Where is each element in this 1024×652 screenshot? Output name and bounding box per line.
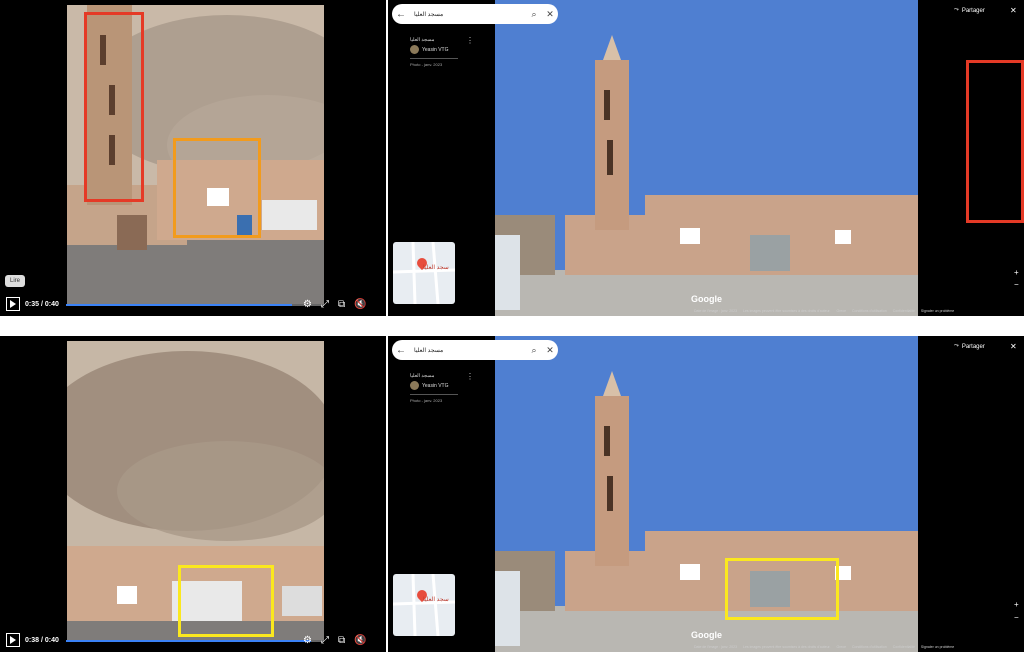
- video-player[interactable]: 0:38 / 0:40 ⚙ ⤢ ⧉ 🔇: [0, 336, 386, 652]
- zoom-in-button[interactable]: +: [1014, 600, 1019, 609]
- street-view-image: [495, 0, 918, 316]
- footer-copyright: Les images peuvent être soumises à des d…: [743, 309, 831, 313]
- footer-terms-link[interactable]: Conditions d'utilisation: [852, 645, 887, 649]
- minimap[interactable]: سجد العليا: [393, 242, 455, 304]
- minimap-roads: [393, 574, 455, 636]
- video-progress-bar[interactable]: [66, 640, 324, 642]
- settings-icon[interactable]: ⚙: [303, 635, 312, 646]
- photo-date: Photo - janv. 2023: [410, 62, 443, 67]
- minaret-highlight-box: [84, 12, 144, 202]
- minimap[interactable]: سجد العليا: [393, 574, 455, 636]
- play-icon: [10, 636, 16, 644]
- footer-date: Date de l'image : janv. 2023: [694, 309, 738, 313]
- footer-report-link[interactable]: Signaler un problème: [921, 309, 954, 313]
- play-icon: [10, 300, 16, 308]
- google-logo: Google: [691, 630, 722, 640]
- avatar: [410, 45, 419, 54]
- image-footer: Date de l'image : janv. 2023 Les images …: [694, 645, 954, 649]
- close-icon[interactable]: ✕: [1010, 6, 1017, 15]
- mute-icon[interactable]: 🔇: [354, 299, 366, 310]
- back-arrow-icon[interactable]: ←: [392, 9, 410, 20]
- close-search-icon[interactable]: ✕: [542, 9, 558, 20]
- footer-privacy-link[interactable]: Confidentialité: [893, 309, 915, 313]
- footer-region[interactable]: Grece: [836, 645, 846, 649]
- settings-icon[interactable]: ⚙: [303, 299, 312, 310]
- fullscreen-icon[interactable]: ⤢: [321, 635, 329, 646]
- photo-author[interactable]: Yeasin VTG: [410, 381, 449, 390]
- video-player[interactable]: Lire 0:35 / 0:40 ⚙ ⤢ ⧉ 🔇: [0, 0, 386, 316]
- image-footer: Date de l'image : janv. 2023 Les images …: [694, 309, 954, 313]
- share-label: Partager: [961, 343, 985, 350]
- video-progress-fill: [66, 640, 312, 642]
- footer-terms-link[interactable]: Conditions d'utilisation: [852, 309, 887, 313]
- right-controls: [918, 336, 1024, 652]
- share-icon: ⤳: [954, 343, 959, 349]
- minaret-highlight-box: [966, 60, 1024, 223]
- zoom-out-button[interactable]: −: [1014, 280, 1019, 289]
- google-logo: Google: [691, 294, 722, 304]
- play-tooltip: Lire: [5, 275, 26, 287]
- author-name: Yeasin VTG: [422, 382, 449, 389]
- footer-copyright: Les images peuvent être soumises à des d…: [743, 645, 831, 649]
- place-title: مسجد العليا: [410, 37, 435, 43]
- close-icon[interactable]: ✕: [1010, 342, 1017, 351]
- wall-highlight-box: [173, 138, 261, 238]
- footer-privacy-link[interactable]: Confidentialité: [893, 645, 915, 649]
- divider: [410, 58, 458, 59]
- minimap-label: سجد العليا: [423, 265, 449, 271]
- street-view-scene[interactable]: [495, 0, 918, 316]
- avatar: [410, 381, 419, 390]
- footer-date: Date de l'image : janv. 2023: [694, 645, 738, 649]
- divider: [410, 394, 458, 395]
- photo-author[interactable]: Yeasin VTG: [410, 45, 449, 54]
- video-control-icons: ⚙ ⤢ ⧉ 🔇: [303, 635, 367, 646]
- pip-icon[interactable]: ⧉: [338, 635, 345, 646]
- place-title: مسجد العليا: [410, 373, 435, 379]
- more-options-icon[interactable]: ⋮: [466, 36, 474, 45]
- share-icon: ⤳: [954, 7, 959, 13]
- mute-icon[interactable]: 🔇: [354, 635, 366, 646]
- more-options-icon[interactable]: ⋮: [466, 372, 474, 381]
- close-search-icon[interactable]: ✕: [542, 345, 558, 356]
- street-view-window: ← مسجد العليا ⌕ ✕ مسجد العليا ⋮ Yeasin V…: [388, 336, 1024, 652]
- share-button[interactable]: ⤳ Partager: [954, 343, 985, 350]
- minimap-label: سجد العليا: [423, 597, 449, 603]
- maps-search-bar[interactable]: ← مسجد العليا ⌕ ✕: [392, 340, 558, 360]
- maps-search-bar[interactable]: ← مسجد العليا ⌕ ✕: [392, 4, 558, 24]
- photo-date: Photo - janv. 2023: [410, 398, 443, 403]
- search-icon[interactable]: ⌕: [526, 345, 542, 356]
- footer-report-link[interactable]: Signaler un problème: [921, 645, 954, 649]
- top-comparison-row: Lire 0:35 / 0:40 ⚙ ⤢ ⧉ 🔇 ← مسجد العليا ⌕…: [0, 0, 1024, 316]
- search-query[interactable]: مسجد العليا: [410, 11, 526, 18]
- minimap-roads: [393, 242, 455, 304]
- video-time: 0:38 / 0:40: [25, 636, 59, 644]
- footer-region[interactable]: Grece: [836, 309, 846, 313]
- street-view-image: [495, 336, 918, 652]
- search-query[interactable]: مسجد العليا: [410, 347, 526, 354]
- play-button[interactable]: [6, 633, 20, 647]
- generator-highlight-box: [178, 565, 274, 637]
- author-name: Yeasin VTG: [422, 46, 449, 53]
- video-time: 0:35 / 0:40: [25, 300, 59, 308]
- search-icon[interactable]: ⌕: [526, 9, 542, 20]
- zoom-in-button[interactable]: +: [1014, 268, 1019, 277]
- video-controls: 0:35 / 0:40 ⚙ ⤢ ⧉ 🔇: [0, 292, 386, 316]
- fullscreen-icon[interactable]: ⤢: [321, 299, 329, 310]
- back-arrow-icon[interactable]: ←: [392, 345, 410, 356]
- bottom-comparison-row: 0:38 / 0:40 ⚙ ⤢ ⧉ 🔇 ← مسجد العليا ⌕ ✕ مس…: [0, 336, 1024, 652]
- generator-highlight-box: [725, 558, 839, 620]
- video-progress-fill: [66, 304, 292, 306]
- pip-icon[interactable]: ⧉: [338, 299, 345, 310]
- street-view-scene[interactable]: [495, 336, 918, 652]
- street-view-window: ← مسجد العليا ⌕ ✕ مسجد العليا ⋮ Yeasin V…: [388, 0, 1024, 316]
- info-panel: ← مسجد العليا ⌕ ✕ مسجد العليا ⋮ Yeasin V…: [388, 336, 558, 652]
- video-control-icons: ⚙ ⤢ ⧉ 🔇: [303, 299, 367, 310]
- share-label: Partager: [961, 7, 985, 14]
- video-progress-bar[interactable]: [66, 304, 324, 306]
- share-button[interactable]: ⤳ Partager: [954, 7, 985, 14]
- info-panel: ← مسجد العليا ⌕ ✕ مسجد العليا ⋮ Yeasin V…: [388, 0, 558, 316]
- zoom-out-button[interactable]: −: [1014, 613, 1019, 622]
- video-controls: 0:38 / 0:40 ⚙ ⤢ ⧉ 🔇: [0, 628, 386, 652]
- play-button[interactable]: [6, 297, 20, 311]
